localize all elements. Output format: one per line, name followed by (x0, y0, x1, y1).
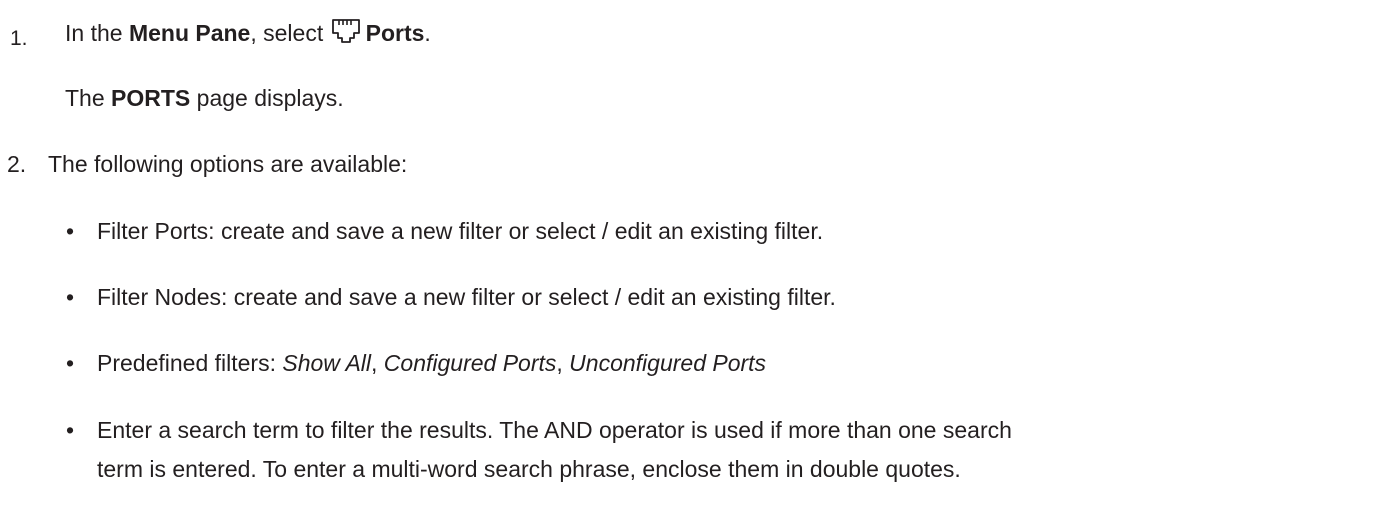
ethernet-port-icon (331, 19, 360, 43)
predefined-filters-label: Predefined filters: (97, 350, 283, 376)
step-1-result: The PORTS page displays. (65, 84, 344, 112)
bullet-filter-nodes: Filter Nodes: create and save a new filt… (97, 284, 836, 310)
step-1-number: 1. (10, 27, 28, 50)
step-1-text-mid: , select (250, 20, 330, 46)
bullet-predefined-filters: Predefined filters: Show All, Configured… (97, 349, 766, 377)
bullet-marker: • (66, 284, 75, 310)
bullet-search-line-1: Enter a search term to filter the result… (97, 417, 1012, 443)
bullet-marker: • (66, 218, 75, 244)
step-1-text-pre: In the (65, 20, 129, 46)
bullet-marker: • (66, 350, 75, 376)
bullet-marker: • (66, 417, 75, 443)
ports-page-label: PORTS (111, 85, 191, 111)
step-2-text: The following options are available: (48, 151, 408, 177)
ports-menu-item-label: Ports (365, 20, 425, 46)
step-1-result-post: page displays. (190, 85, 344, 111)
step-1-text-post: . (424, 20, 431, 46)
bullet-search-line-2: term is entered. To enter a multi-word s… (97, 456, 961, 482)
separator: , (371, 350, 384, 376)
filter-configured-ports: Configured Ports (383, 350, 557, 376)
separator: , (556, 350, 570, 376)
step-2-number: 2. (7, 151, 27, 177)
step-1-instruction: In the Menu Pane, select Ports. (65, 18, 431, 47)
bullet-filter-ports: Filter Ports: create and save a new filt… (97, 218, 824, 244)
menu-pane-label: Menu Pane (128, 20, 251, 46)
step-1-result-pre: The (65, 85, 112, 111)
filter-show-all: Show All (282, 350, 372, 376)
filter-unconfigured-ports: Unconfigured Ports (569, 350, 767, 376)
